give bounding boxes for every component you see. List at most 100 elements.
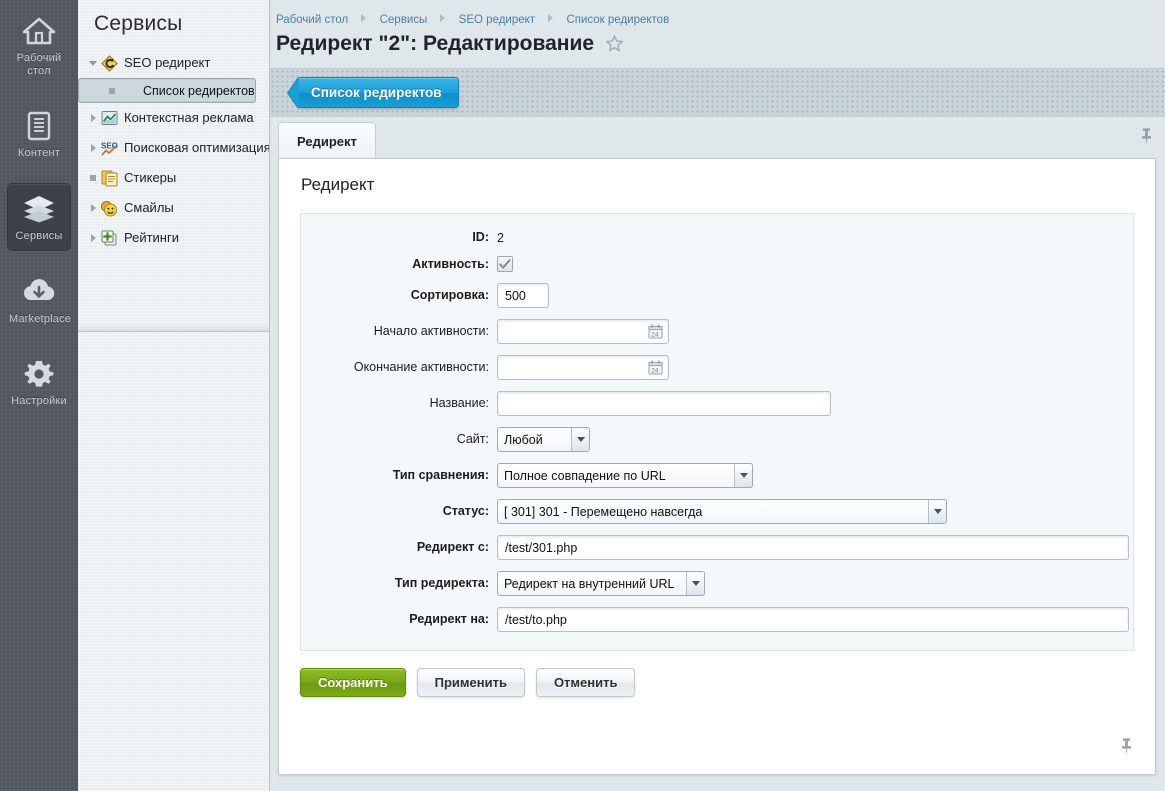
name-input[interactable] — [497, 391, 831, 416]
page-title: Редирект "2": Редактирование — [276, 32, 595, 55]
left-icon-rail: Рабочий стол Контент Сервисы Marketplace… — [0, 0, 78, 791]
twisty-collapsed-icon[interactable] — [86, 114, 100, 122]
rail-item-label: Рабочий стол — [16, 52, 62, 77]
gear-icon — [9, 357, 69, 391]
menu-tree: SEO редирект Список редиректов Контекстн… — [78, 46, 269, 253]
tab-redirect[interactable]: Редирект — [278, 122, 376, 159]
tab-label: Редирект — [297, 133, 357, 149]
rail-item-content[interactable]: Контент — [7, 101, 71, 167]
field-row-compare-type: Тип сравнения: Полное совпадение по URL — [301, 463, 1133, 488]
pushpin-icon[interactable] — [1120, 737, 1133, 759]
field-row-status: Статус: [ 301] 301 - Перемещено навсегда — [301, 499, 1133, 524]
sort-input[interactable] — [497, 283, 549, 308]
pushpin-icon[interactable] — [1140, 127, 1153, 149]
rail-spacer — [0, 89, 78, 101]
document-icon — [9, 109, 69, 143]
apply-button[interactable]: Применить — [416, 668, 525, 697]
menu-item-label: Стикеры — [124, 170, 177, 185]
twisty-collapsed-icon[interactable] — [86, 234, 100, 242]
field-label-to-url: Редирект на: — [409, 612, 489, 626]
redirect-list-button[interactable]: Список редиректов — [299, 77, 459, 108]
section-menu-panel: Сервисы SEO редирект Список редиректов К… — [78, 0, 270, 791]
twisty-collapsed-icon[interactable] — [86, 144, 100, 152]
redirect-type-select[interactable]: Редирект на внутренний URL — [497, 571, 705, 596]
menu-item-redirect-list[interactable]: Список редиректов — [78, 78, 256, 103]
home-icon — [9, 14, 69, 48]
field-label-id: ID: — [472, 230, 489, 244]
rail-item-settings[interactable]: Настройки — [7, 349, 71, 415]
bullet-icon — [86, 175, 100, 181]
site-select[interactable]: Любой — [497, 427, 590, 452]
save-button[interactable]: Сохранить — [300, 668, 406, 697]
breadcrumb-item-0[interactable]: Рабочий стол — [276, 14, 348, 26]
menu-item-stickers[interactable]: Стикеры — [78, 163, 269, 193]
checkmark-icon — [499, 258, 511, 269]
from-url-input[interactable] — [497, 535, 1129, 560]
date-to-input[interactable] — [497, 355, 669, 380]
menu-item-label: Контекстная реклама — [124, 110, 254, 125]
twisty-collapsed-icon[interactable] — [86, 204, 100, 212]
page-toolbar: Список редиректов — [270, 68, 1165, 117]
field-row-date-to: Окончание активности: 24 — [301, 355, 1133, 380]
rail-spacer — [0, 337, 78, 349]
rating-plus-icon — [100, 230, 118, 247]
date-from-wrapper: 24 — [497, 319, 669, 344]
seo-redirect-icon — [100, 54, 118, 72]
field-row-site: Сайт: Любой — [301, 427, 1133, 452]
breadcrumb-item-1[interactable]: Сервисы — [380, 14, 428, 26]
chevron-down-icon — [571, 428, 589, 451]
menu-item-label: Смайлы — [124, 200, 174, 215]
date-to-wrapper: 24 — [497, 355, 669, 380]
rail-item-label: Сервисы — [15, 230, 63, 242]
form-action-bar: Сохранить Применить Отменить — [279, 651, 1155, 697]
rail-item-services[interactable]: Сервисы — [7, 183, 71, 251]
redirect-form: ID: 2 Активность: Сортировка: 500 Начало… — [300, 213, 1134, 651]
menu-item-label: SEO редирект — [124, 55, 211, 70]
menu-item-label: Рейтинги — [124, 230, 179, 245]
redirect-list-button-label: Список редиректов — [311, 85, 442, 100]
status-select[interactable]: [ 301] 301 - Перемещено навсегда — [497, 499, 947, 524]
field-label-name: Название: — [429, 396, 489, 410]
breadcrumb-separator-icon — [548, 13, 554, 25]
rail-item-marketplace[interactable]: Marketplace — [7, 267, 71, 333]
menu-item-label: Список редиректов — [143, 83, 255, 98]
app-root: Рабочий стол Контент Сервисы Marketplace… — [0, 0, 1165, 791]
menu-item-ratings[interactable]: Рейтинги — [78, 223, 269, 253]
breadcrumb-item-3[interactable]: Список редиректов — [566, 14, 669, 26]
field-row-to-url: Редирект на: — [301, 607, 1133, 632]
tab-strip: Редирект — [270, 117, 1165, 159]
menu-item-search-optimization[interactable]: SEO Поисковая оптимизация — [78, 133, 269, 163]
active-checkbox[interactable] — [497, 256, 513, 272]
field-row-from-url: Редирект с: — [301, 535, 1133, 560]
bullet-icon — [105, 87, 119, 94]
to-url-input[interactable] — [497, 607, 1129, 632]
seo-chart-icon: SEO — [100, 140, 118, 157]
compare-type-select[interactable]: Полное совпадение по URL — [497, 463, 753, 488]
menu-item-context-ads[interactable]: Контекстная реклама — [78, 103, 269, 133]
breadcrumb-item-2[interactable]: SEO редирект — [459, 14, 535, 26]
redirect-type-select-value: Редирект на внутренний URL — [504, 576, 675, 591]
compare-type-select-value: Полное совпадение по URL — [504, 468, 666, 483]
breadcrumb-separator-icon — [440, 13, 446, 25]
breadcrumb-separator-icon — [361, 13, 367, 25]
field-value-id: 2 — [497, 230, 504, 245]
chevron-down-icon — [928, 500, 946, 523]
section-menu-inner: Сервисы SEO редирект Список редиректов К… — [78, 0, 269, 332]
site-select-value: Любой — [504, 432, 543, 447]
rail-item-label: Контент — [17, 147, 61, 159]
field-label-status: Статус: — [442, 504, 489, 518]
field-label-active: Активность: — [412, 256, 489, 271]
chart-image-icon — [100, 110, 118, 126]
rail-item-desktop[interactable]: Рабочий стол — [7, 6, 71, 85]
menu-item-seo-redirect[interactable]: SEO редирект — [78, 48, 269, 78]
field-row-active: Активность: — [301, 256, 1133, 272]
smiley-icon — [100, 200, 118, 217]
field-label-from-url: Редирект с: — [416, 540, 489, 554]
menu-item-smiles[interactable]: Смайлы — [78, 193, 269, 223]
cancel-button[interactable]: Отменить — [535, 668, 636, 697]
rail-item-label: Настройки — [11, 395, 67, 407]
date-from-input[interactable] — [497, 319, 669, 344]
field-label-sort: Сортировка: — [410, 288, 489, 302]
star-outline-icon[interactable] — [605, 34, 624, 58]
twisty-expanded-icon[interactable] — [86, 60, 100, 66]
